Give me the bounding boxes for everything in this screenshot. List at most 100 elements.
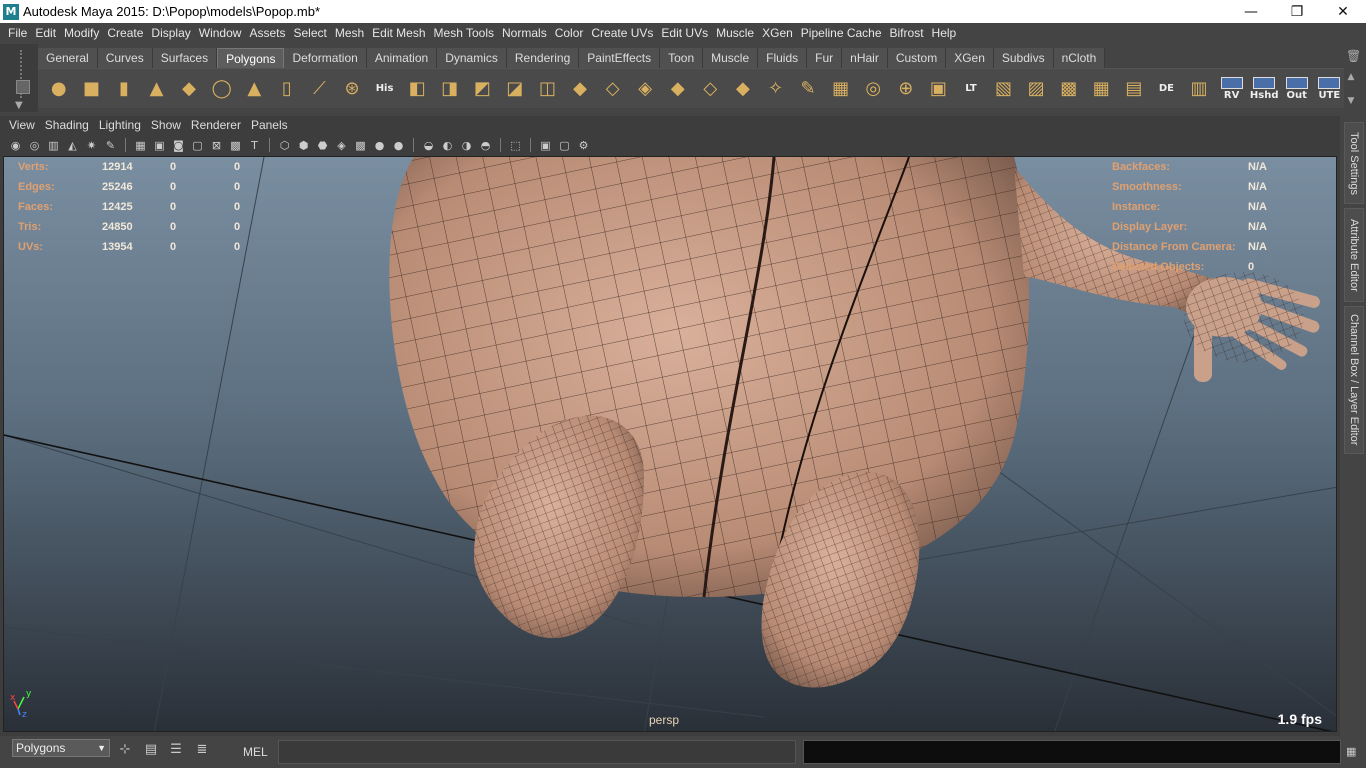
camera-icon[interactable]: ▣: [924, 73, 954, 105]
shelf-tab-general[interactable]: General: [38, 48, 98, 68]
textured-icon[interactable]: ▩: [353, 138, 368, 153]
minimize-button[interactable]: —: [1228, 0, 1274, 23]
menu-xgen[interactable]: XGen: [758, 26, 797, 40]
script-editor-button-icon[interactable]: ▦: [1346, 745, 1360, 759]
extrude-icon[interactable]: ◇: [598, 73, 628, 105]
safe-action-icon[interactable]: ▩: [228, 138, 243, 153]
xray-icon[interactable]: ▣: [538, 138, 553, 153]
menu-pipeline-cache[interactable]: Pipeline Cache: [797, 26, 886, 40]
wireframe-on-shaded-icon[interactable]: ⬣: [315, 138, 330, 153]
uv-planar-icon[interactable]: ▥: [1184, 73, 1214, 105]
menu-help[interactable]: Help: [928, 26, 961, 40]
resolution-gate-icon[interactable]: ◙: [171, 138, 186, 153]
shelf-tab-deformation[interactable]: Deformation: [284, 48, 367, 68]
menu-modify[interactable]: Modify: [60, 26, 103, 40]
isolate-select-icon[interactable]: ⬚: [508, 138, 523, 153]
script-editor-icon[interactable]: ▤: [142, 741, 160, 759]
uv-grid-icon[interactable]: ▧: [989, 73, 1019, 105]
grease-pencil-icon[interactable]: ✎: [103, 138, 118, 153]
shelf-tab-toon[interactable]: Toon: [660, 48, 704, 68]
grid-icon[interactable]: ▦: [133, 138, 148, 153]
gate-mask-icon[interactable]: ▢: [190, 138, 205, 153]
split-polygon-icon[interactable]: ◇: [696, 73, 726, 105]
menu-window[interactable]: Window: [195, 26, 246, 40]
panel-menu-view[interactable]: View: [4, 118, 40, 134]
poly-soccer-ball-icon[interactable]: ⊛: [337, 73, 367, 105]
poly-helix-icon[interactable]: ⟋: [305, 73, 335, 105]
shelf-tab-ncloth[interactable]: nCloth: [1053, 48, 1106, 68]
poly-cube-icon[interactable]: ■: [77, 73, 107, 105]
smooth-icon[interactable]: ◪: [500, 73, 530, 105]
uv-sew-icon[interactable]: ▩: [1054, 73, 1084, 105]
menu-display[interactable]: Display: [147, 26, 194, 40]
lt-button[interactable]: LT: [956, 73, 986, 105]
menu-set-selector[interactable]: Polygons ▼: [12, 739, 110, 757]
fill-hole-icon[interactable]: ◆: [663, 73, 693, 105]
poly-plane-icon[interactable]: ◆: [174, 73, 204, 105]
menu-mesh[interactable]: Mesh: [331, 26, 368, 40]
menu-edit[interactable]: Edit: [31, 26, 60, 40]
snap-toggle-icon[interactable]: ⊹: [116, 741, 134, 759]
poly-cylinder-icon[interactable]: ▮: [109, 73, 139, 105]
menu-mesh-tools[interactable]: Mesh Tools: [430, 26, 498, 40]
rv-button[interactable]: RV: [1217, 73, 1247, 105]
menu-assets[interactable]: Assets: [245, 26, 289, 40]
shelf-tab-animation[interactable]: Animation: [366, 48, 438, 68]
shelf-tab-muscle[interactable]: Muscle: [703, 48, 759, 68]
use-all-lights-icon[interactable]: ●: [372, 138, 387, 153]
menu-create[interactable]: Create: [103, 26, 147, 40]
anti-aliasing-icon[interactable]: ◑: [459, 138, 474, 153]
command-language-label[interactable]: MEL: [243, 745, 268, 759]
shelf-tab-fluids[interactable]: Fluids: [758, 48, 808, 68]
history-button[interactable]: His: [370, 73, 400, 105]
outliner-icon[interactable]: ☰: [167, 741, 185, 759]
close-button[interactable]: ✕: [1320, 0, 1366, 23]
camera-attributes-icon[interactable]: ◎: [27, 138, 42, 153]
panel-menu-shading[interactable]: Shading: [40, 118, 94, 134]
shelf-menu-button[interactable]: [16, 80, 30, 94]
tab-attribute-editor[interactable]: Attribute Editor: [1344, 208, 1364, 302]
shelf-tab-nhair[interactable]: nHair: [842, 48, 888, 68]
two-d-pan-icon[interactable]: ✷: [84, 138, 99, 153]
boolean-icon[interactable]: ◫: [533, 73, 563, 105]
shelf-scroll[interactable]: ▲ ▼: [1344, 72, 1358, 106]
uv-cut-icon[interactable]: ▨: [1021, 73, 1051, 105]
menu-edit-uvs[interactable]: Edit UVs: [657, 26, 712, 40]
xray-components-icon[interactable]: ⚙: [576, 138, 591, 153]
menu-select[interactable]: Select: [289, 26, 330, 40]
image-plane-icon[interactable]: ◭: [65, 138, 80, 153]
hshd-button[interactable]: Hshd: [1249, 73, 1279, 105]
menu-file[interactable]: File: [4, 26, 31, 40]
poly-torus-icon[interactable]: ◯: [207, 73, 237, 105]
manipulator-icon[interactable]: ⊕: [891, 73, 921, 105]
shadows-icon[interactable]: ●: [391, 138, 406, 153]
shelf-tab-rendering[interactable]: Rendering: [506, 48, 580, 68]
layers-icon[interactable]: ≣: [193, 741, 211, 759]
shelf-tab-subdivs[interactable]: Subdivs: [993, 48, 1054, 68]
uv-unfold-icon[interactable]: ▤: [1119, 73, 1149, 105]
panel-menu-renderer[interactable]: Renderer: [186, 118, 246, 134]
safe-title-icon[interactable]: T: [247, 138, 262, 153]
field-chart-icon[interactable]: ⊠: [209, 138, 224, 153]
combine-icon[interactable]: ◧: [402, 73, 432, 105]
merge-icon[interactable]: ◆: [728, 73, 758, 105]
shelf-tab-surfaces[interactable]: Surfaces: [152, 48, 218, 68]
poly-pyramid-icon[interactable]: ▲: [239, 73, 269, 105]
shelf-options-arrow-icon[interactable]: ▼: [15, 100, 23, 111]
bridge-icon[interactable]: ◆: [565, 73, 595, 105]
menu-bifrost[interactable]: Bifrost: [886, 26, 928, 40]
panel-menu-show[interactable]: Show: [146, 118, 186, 134]
shelf-tab-fur[interactable]: Fur: [807, 48, 843, 68]
menu-normals[interactable]: Normals: [498, 26, 551, 40]
panel-menu-panels[interactable]: Panels: [246, 118, 293, 134]
bookmark-icon[interactable]: ▥: [46, 138, 61, 153]
poly-sphere-icon[interactable]: ●: [44, 73, 74, 105]
shelf-tab-dynamics[interactable]: Dynamics: [437, 48, 507, 68]
motion-blur-icon[interactable]: ◐: [440, 138, 455, 153]
sculpt-icon[interactable]: ✧: [761, 73, 791, 105]
wireframe-icon[interactable]: ⬡: [277, 138, 292, 153]
tab-channel-box[interactable]: Channel Box / Layer Editor: [1344, 306, 1364, 454]
menu-color[interactable]: Color: [551, 26, 588, 40]
menu-muscle[interactable]: Muscle: [712, 26, 758, 40]
shelf-tab-custom[interactable]: Custom: [887, 48, 947, 68]
